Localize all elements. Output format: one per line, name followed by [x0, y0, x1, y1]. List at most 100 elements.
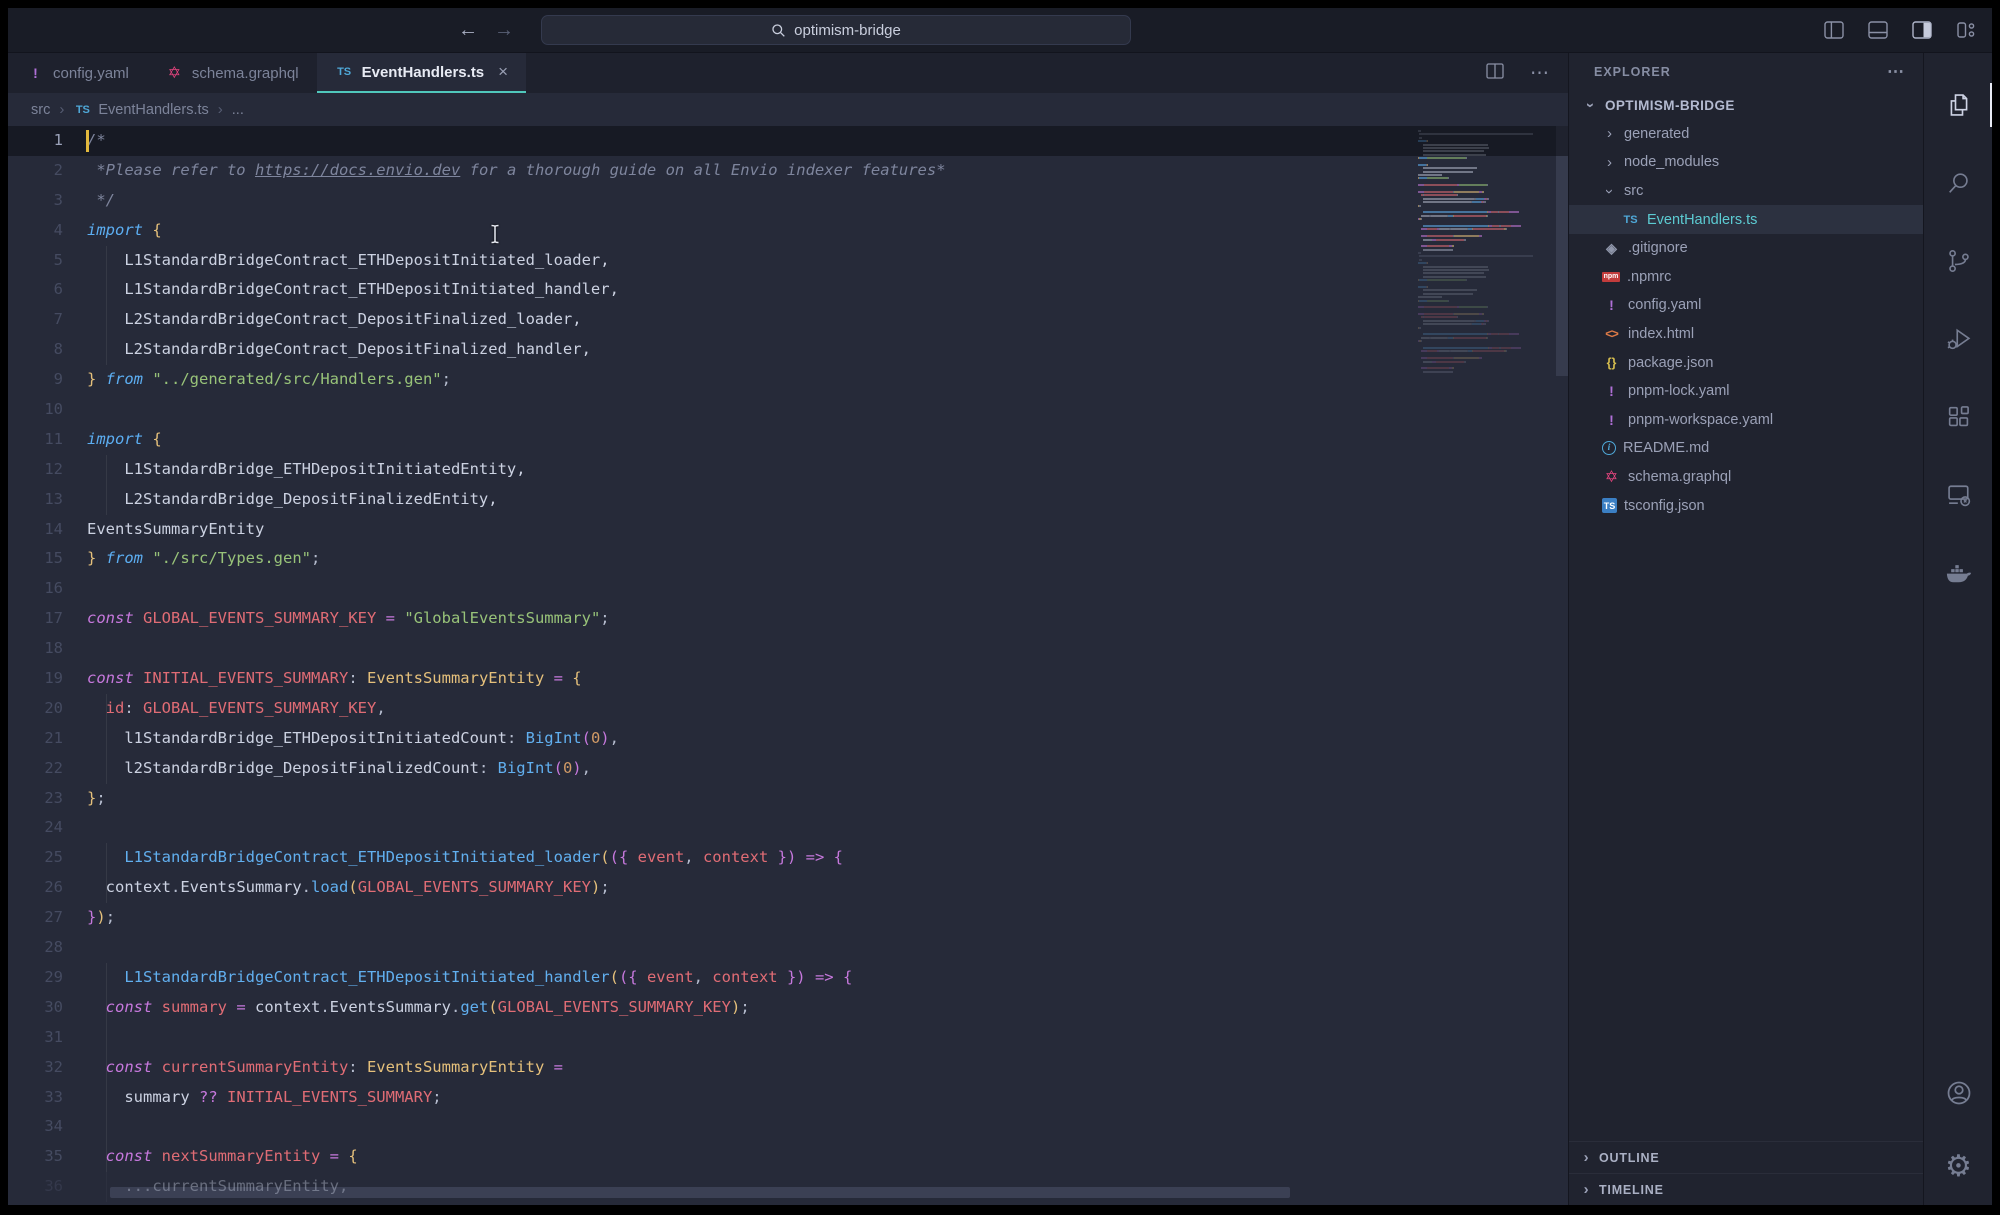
line-number: 3 [8, 186, 87, 216]
code-line[interactable]: 31 [8, 1023, 1568, 1053]
activity-extensions[interactable] [1924, 393, 1992, 441]
tree-item-.npmrc[interactable]: npm.npmrc [1569, 263, 1923, 292]
section-outline[interactable]: ›OUTLINE [1569, 1141, 1923, 1173]
tree-item-generated[interactable]: ›generated [1569, 120, 1923, 149]
code-line[interactable]: 9} from "../generated/src/Handlers.gen"; [8, 365, 1568, 395]
breadcrumb-item[interactable]: ... [232, 102, 244, 118]
toggle-primary-sidebar-icon[interactable] [1824, 21, 1844, 39]
line-number: 31 [8, 1023, 87, 1053]
code-line[interactable]: 29 L1StandardBridgeContract_ETHDepositIn… [8, 963, 1568, 993]
more-actions-icon[interactable]: ⋯ [1530, 62, 1550, 85]
section-timeline[interactable]: ›TIMELINE [1569, 1173, 1923, 1205]
search-value: optimism-bridge [794, 22, 901, 39]
line-text: /* [87, 126, 106, 156]
tree-item-schema.graphql[interactable]: ✡schema.graphql [1569, 463, 1923, 492]
line-number: 26 [8, 873, 87, 903]
code-line[interactable]: 25 L1StandardBridgeContract_ETHDepositIn… [8, 843, 1568, 873]
code-line[interactable]: 1/* [8, 126, 1568, 156]
breadcrumb-item[interactable]: TSEventHandlers.ts [73, 102, 208, 118]
code-line[interactable]: 12 L1StandardBridge_ETHDepositInitiatedE… [8, 455, 1568, 485]
tab-EventHandlers.ts[interactable]: TSEventHandlers.ts× [317, 53, 526, 93]
code-line[interactable]: 34 [8, 1112, 1568, 1142]
code-line[interactable]: 28 [8, 933, 1568, 963]
code-line[interactable]: 24 [8, 813, 1568, 843]
tree-item-label: .npmrc [1627, 269, 1671, 285]
line-text: context.EventsSummary.load(GLOBAL_EVENTS… [87, 873, 610, 903]
explorer-more-icon[interactable]: ⋯ [1887, 62, 1905, 82]
back-arrow-icon[interactable]: ← [458, 19, 478, 42]
code-line[interactable]: 15} from "./src/Types.gen"; [8, 544, 1568, 574]
code-line[interactable]: 26 context.EventsSummary.load(GLOBAL_EVE… [8, 873, 1568, 903]
line-text: L1StandardBridge_ETHDepositInitiatedEnti… [87, 455, 526, 485]
ts-icon: TS [1621, 214, 1640, 226]
tree-item-.gitignore[interactable]: ◈.gitignore [1569, 234, 1923, 263]
activity-remote-explorer[interactable] [1924, 471, 1992, 519]
code-line[interactable]: 8 L2StandardBridgeContract_DepositFinali… [8, 335, 1568, 365]
line-text: L1StandardBridgeContract_ETHDepositIniti… [87, 843, 843, 873]
code-line[interactable]: 11import { [8, 425, 1568, 455]
code-line[interactable]: 22 l2StandardBridge_DepositFinalizedCoun… [8, 754, 1568, 784]
toggle-panel-icon[interactable] [1868, 21, 1888, 39]
toggle-secondary-sidebar-icon[interactable] [1912, 21, 1932, 39]
code-line[interactable]: 7 L2StandardBridgeContract_DepositFinali… [8, 305, 1568, 335]
tree-item-pnpm-lock.yaml[interactable]: !pnpm-lock.yaml [1569, 377, 1923, 406]
code-line[interactable]: 6 L1StandardBridgeContract_ETHDepositIni… [8, 275, 1568, 305]
code-line[interactable]: 30 const summary = context.EventsSummary… [8, 993, 1568, 1023]
editor-group: !config.yaml✡schema.graphqlTSEventHandle… [8, 53, 1568, 1205]
activity-settings[interactable]: ⚙ [1924, 1143, 1992, 1191]
code-line[interactable]: 4import { [8, 216, 1568, 246]
activity-run-debug[interactable] [1924, 315, 1992, 363]
chevron-right-icon: › [1602, 154, 1617, 171]
tree-item-EventHandlers.ts[interactable]: TSEventHandlers.ts [1569, 205, 1923, 234]
activity-search[interactable] [1924, 159, 1992, 207]
tree-item-tsconfig.json[interactable]: TStsconfig.json [1569, 491, 1923, 520]
customize-layout-icon[interactable] [1956, 20, 1976, 40]
code-line[interactable]: 19const INITIAL_EVENTS_SUMMARY: EventsSu… [8, 664, 1568, 694]
close-icon[interactable]: × [498, 62, 508, 82]
tab-config.yaml[interactable]: !config.yaml [8, 53, 147, 93]
code-line[interactable]: 20 id: GLOBAL_EVENTS_SUMMARY_KEY, [8, 694, 1568, 724]
tab-schema.graphql[interactable]: ✡schema.graphql [147, 53, 317, 93]
line-text: L1StandardBridgeContract_ETHDepositIniti… [87, 246, 610, 276]
code-line[interactable]: 3 */ [8, 186, 1568, 216]
html-icon: <> [1602, 327, 1621, 341]
breadcrumb[interactable]: src›TSEventHandlers.ts›... [8, 93, 1568, 126]
line-number: 12 [8, 455, 87, 485]
code-line[interactable]: 10 [8, 395, 1568, 425]
forward-arrow-icon[interactable]: → [494, 19, 514, 42]
activity-explorer[interactable] [1924, 81, 1992, 129]
code-line[interactable]: 5 L1StandardBridgeContract_ETHDepositIni… [8, 246, 1568, 276]
code-line[interactable]: 35 const nextSummaryEntity = { [8, 1142, 1568, 1172]
line-text: *Please refer to https://docs.envio.dev … [87, 156, 946, 186]
activity-docker[interactable] [1924, 549, 1992, 597]
code-line[interactable]: 32 const currentSummaryEntity: EventsSum… [8, 1053, 1568, 1083]
tree-item-node_modules[interactable]: ›node_modules [1569, 148, 1923, 177]
tree-item-README.md[interactable]: iREADME.md [1569, 434, 1923, 463]
code-line[interactable]: 13 L2StandardBridge_DepositFinalizedEnti… [8, 485, 1568, 515]
titlebar: ← → optimism-bridge [8, 8, 1992, 53]
code-editor[interactable]: 1/*2 *Please refer to https://docs.envio… [8, 126, 1568, 1205]
source-control-icon [1945, 247, 1973, 275]
code-line[interactable]: 23}; [8, 784, 1568, 814]
code-line[interactable]: 14EventsSummaryEntity [8, 515, 1568, 545]
activity-account[interactable] [1924, 1069, 1992, 1117]
breadcrumb-separator: › [59, 101, 64, 118]
code-line[interactable]: 36 ...currentSummaryEntity, [8, 1172, 1568, 1202]
tree-item-package.json[interactable]: {}package.json [1569, 348, 1923, 377]
code-line[interactable]: 18 [8, 634, 1568, 664]
code-line[interactable]: 16 [8, 574, 1568, 604]
tree-item-config.yaml[interactable]: !config.yaml [1569, 291, 1923, 320]
code-line[interactable]: 2 *Please refer to https://docs.envio.de… [8, 156, 1568, 186]
code-line[interactable]: 21 l1StandardBridge_ETHDepositInitiatedC… [8, 724, 1568, 754]
activity-source-control[interactable] [1924, 237, 1992, 285]
tree-item-src[interactable]: ›src [1569, 177, 1923, 206]
tree-item-index.html[interactable]: <>index.html [1569, 320, 1923, 349]
breadcrumb-item[interactable]: src [31, 102, 50, 118]
tree-item-pnpm-workspace.yaml[interactable]: !pnpm-workspace.yaml [1569, 406, 1923, 435]
split-editor-icon[interactable] [1486, 63, 1504, 84]
code-line[interactable]: 33 summary ?? INITIAL_EVENTS_SUMMARY; [8, 1083, 1568, 1113]
code-line[interactable]: 17const GLOBAL_EVENTS_SUMMARY_KEY = "Glo… [8, 604, 1568, 634]
command-center-search[interactable]: optimism-bridge [541, 15, 1131, 45]
tree-item-OPTIMISM-BRIDGE[interactable]: ›OPTIMISM-BRIDGE [1569, 91, 1923, 120]
code-line[interactable]: 27}); [8, 903, 1568, 933]
